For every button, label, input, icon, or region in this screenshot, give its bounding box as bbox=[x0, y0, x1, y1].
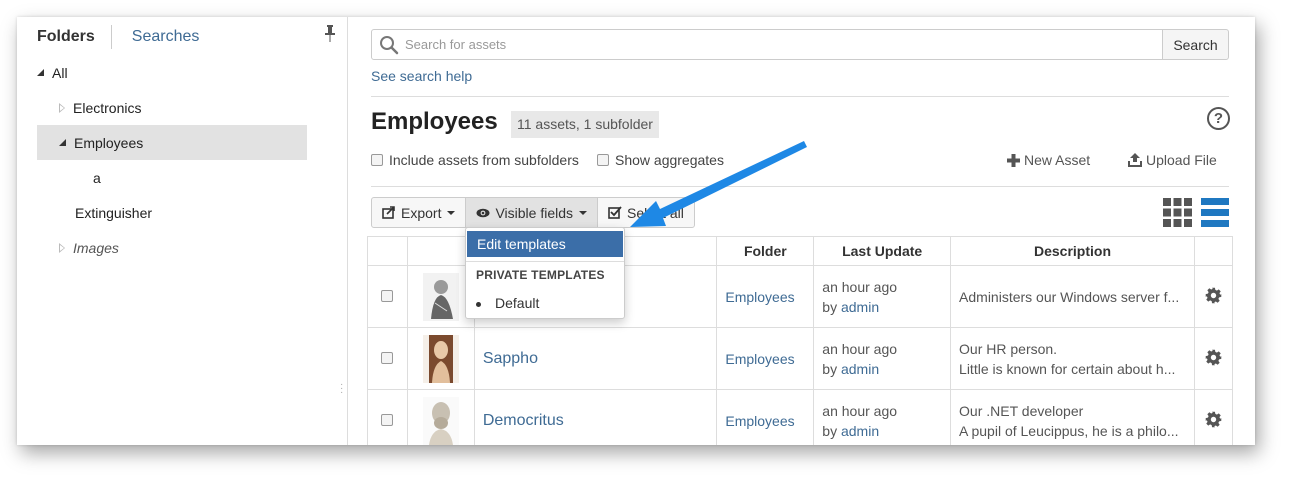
template-item-default[interactable]: Default bbox=[476, 295, 539, 311]
search-button[interactable]: Search bbox=[1162, 29, 1229, 60]
table-row[interactable]: Democritus Employees an hour ago by admi… bbox=[367, 389, 1233, 445]
tab-searches[interactable]: Searches bbox=[112, 25, 200, 49]
tree-label: Images bbox=[73, 239, 119, 256]
search-help-link[interactable]: See search help bbox=[371, 68, 472, 84]
chevron-down-icon bbox=[447, 210, 456, 215]
column-header-actions bbox=[1194, 236, 1233, 266]
search-icon bbox=[380, 35, 399, 54]
sidebar: Folders Searches All Electronics Employe… bbox=[17, 17, 348, 445]
search-input[interactable] bbox=[400, 30, 1162, 59]
tab-folders[interactable]: Folders bbox=[37, 25, 112, 49]
folder-link[interactable]: Employees bbox=[725, 351, 794, 367]
user-link[interactable]: admin bbox=[841, 299, 879, 315]
gear-icon[interactable] bbox=[1205, 411, 1222, 428]
template-label: Default bbox=[495, 295, 540, 311]
last-update-time: an hour ago bbox=[822, 340, 898, 357]
caret-closed-icon[interactable] bbox=[59, 102, 65, 113]
folder-link[interactable]: Employees bbox=[725, 413, 794, 429]
caret-open-icon[interactable] bbox=[59, 139, 66, 146]
private-templates-header: PRIVATE TEMPLATES bbox=[476, 268, 605, 282]
row-checkbox[interactable] bbox=[381, 413, 394, 426]
column-header-select bbox=[367, 236, 408, 266]
upload-file-button[interactable]: Upload File bbox=[1128, 152, 1217, 168]
user-link[interactable]: admin bbox=[841, 361, 879, 377]
by-label: by bbox=[822, 422, 838, 439]
search-field bbox=[371, 29, 1163, 60]
edit-templates-item[interactable]: Edit templates bbox=[467, 231, 623, 257]
chevron-down-icon bbox=[579, 210, 588, 215]
asset-thumbnail[interactable] bbox=[422, 272, 459, 321]
column-header-folder[interactable]: Folder bbox=[716, 236, 815, 266]
table-row[interactable]: Sappho Employees an hour ago by admin Ou… bbox=[367, 327, 1233, 390]
description-text: Our HR person. bbox=[959, 340, 1058, 357]
divider bbox=[371, 96, 1229, 97]
asset-name-link[interactable]: Democritus bbox=[483, 412, 564, 429]
asset-thumbnail[interactable] bbox=[422, 396, 459, 445]
page-title: Employees bbox=[371, 108, 498, 135]
export-button[interactable]: Export bbox=[371, 197, 467, 228]
visible-fields-button[interactable]: Visible fields bbox=[465, 197, 599, 228]
row-checkbox[interactable] bbox=[381, 289, 394, 302]
grid-view-icon[interactable] bbox=[1163, 198, 1192, 227]
sidebar-tabs: Folders Searches bbox=[37, 25, 199, 49]
caret-closed-icon[interactable] bbox=[59, 242, 65, 253]
folder-link[interactable]: Employees bbox=[725, 289, 794, 305]
export-icon bbox=[382, 206, 395, 219]
tree-item-a[interactable]: a bbox=[37, 160, 307, 195]
visible-fields-label: Visible fields bbox=[495, 204, 574, 221]
upload-file-label: Upload File bbox=[1146, 152, 1217, 168]
pin-icon[interactable] bbox=[324, 25, 336, 43]
upload-icon bbox=[1128, 153, 1142, 167]
description-text: A pupil of Leucippus, he is a philo... bbox=[959, 422, 1179, 439]
caret-open-icon[interactable] bbox=[37, 69, 44, 76]
include-subfolders-checkbox[interactable] bbox=[371, 154, 383, 166]
gear-icon[interactable] bbox=[1205, 349, 1222, 366]
tree-item-employees[interactable]: Employees bbox=[37, 125, 307, 160]
new-asset-button[interactable]: New Asset bbox=[1007, 152, 1090, 168]
last-update-time: an hour ago bbox=[822, 402, 898, 419]
new-asset-label: New Asset bbox=[1024, 152, 1091, 168]
menu-divider bbox=[466, 261, 624, 262]
description-text: Our .NET developer bbox=[959, 402, 1084, 419]
tree-label: Extinguisher bbox=[75, 204, 153, 221]
tree-label: a bbox=[93, 169, 101, 186]
description-text: Little is known for certain about h... bbox=[959, 360, 1176, 377]
selected-dot-icon bbox=[476, 301, 481, 307]
plus-icon bbox=[1007, 153, 1020, 167]
tree-label: Electronics bbox=[73, 99, 142, 116]
tree-item-electronics[interactable]: Electronics bbox=[37, 90, 307, 125]
description-text: Administers our Windows server f... bbox=[959, 288, 1180, 305]
tree-item-all[interactable]: All bbox=[37, 55, 307, 90]
gear-icon[interactable] bbox=[1205, 287, 1222, 304]
by-label: by bbox=[822, 298, 838, 315]
tree-item-images[interactable]: Images bbox=[37, 230, 307, 265]
user-link[interactable]: admin bbox=[841, 423, 879, 439]
tree-label: Employees bbox=[74, 134, 144, 151]
include-subfolders-option[interactable]: Include assets from subfolders bbox=[371, 152, 579, 168]
tree-label: All bbox=[52, 64, 68, 81]
app-window: Folders Searches All Electronics Employe… bbox=[17, 17, 1255, 445]
callout-arrow-icon bbox=[630, 141, 807, 227]
last-update-time: an hour ago bbox=[822, 278, 898, 295]
resize-handle[interactable]: · · · bbox=[340, 380, 343, 398]
column-header-last-update[interactable]: Last Update bbox=[813, 236, 952, 266]
asset-count-badge: 11 assets, 1 subfolder bbox=[511, 111, 659, 138]
column-header-description[interactable]: Description bbox=[950, 236, 1195, 266]
by-label: by bbox=[822, 360, 838, 377]
help-icon[interactable]: ? bbox=[1207, 107, 1230, 130]
tree-item-extinguisher[interactable]: Extinguisher bbox=[37, 195, 307, 230]
row-checkbox[interactable] bbox=[381, 351, 394, 364]
main-panel: Search See search help Employees 11 asse… bbox=[348, 17, 1255, 445]
asset-name-link[interactable]: Sappho bbox=[483, 350, 538, 367]
visible-fields-dropdown: Edit templates PRIVATE TEMPLATES Default bbox=[465, 227, 625, 319]
show-aggregates-checkbox[interactable] bbox=[597, 154, 609, 166]
eye-icon bbox=[476, 208, 490, 217]
asset-thumbnail[interactable] bbox=[422, 334, 459, 383]
export-label: Export bbox=[401, 204, 442, 221]
include-subfolders-label: Include assets from subfolders bbox=[389, 152, 579, 168]
list-view-icon[interactable] bbox=[1201, 198, 1229, 227]
